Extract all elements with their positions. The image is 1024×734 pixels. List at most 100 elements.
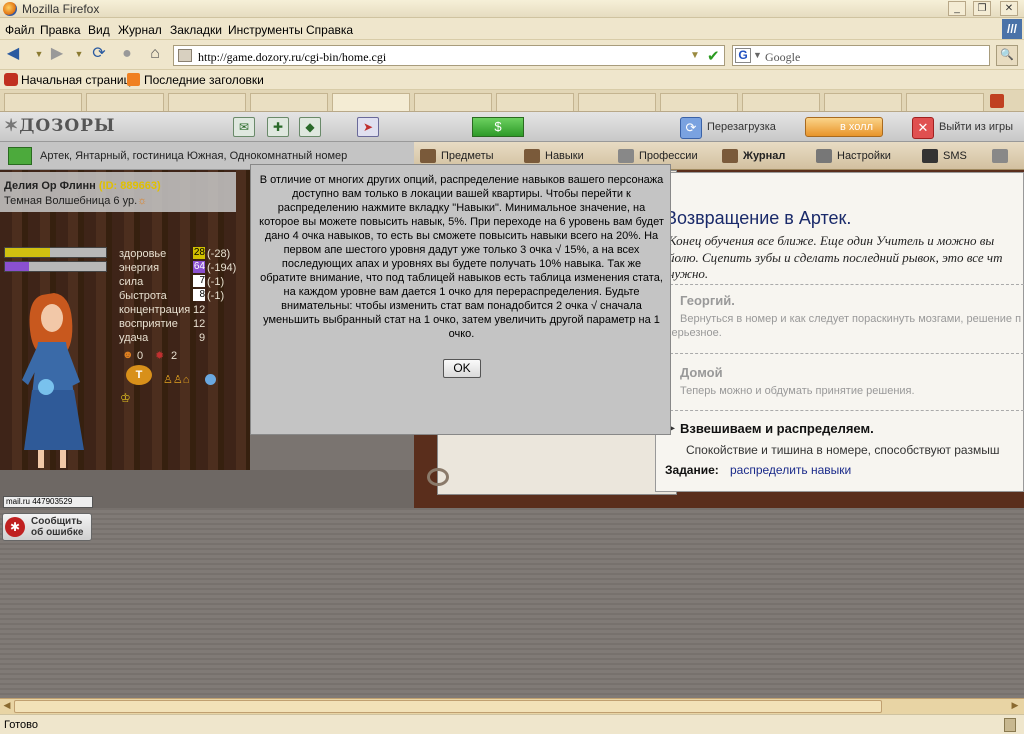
url-dropdown-icon[interactable]: ▼ (690, 50, 700, 61)
browser-tab[interactable] (414, 93, 492, 111)
browser-tab[interactable] (578, 93, 656, 111)
home-icon[interactable]: ⌂ (146, 45, 164, 63)
quest-entry-text: Теперь можно и обдумать принятие решения… (680, 385, 915, 397)
mail-icon[interactable]: ✉ (233, 117, 255, 137)
google-engine-icon[interactable]: G (735, 48, 751, 63)
tab-items[interactable]: Предметы (420, 149, 494, 163)
browser-tab[interactable] (332, 93, 410, 111)
binder-ring (427, 468, 449, 486)
menu-edit[interactable]: Правка (40, 23, 81, 37)
energy-bar (4, 261, 107, 272)
energy-bar-fill (5, 262, 30, 271)
stop-icon[interactable]: ● (118, 45, 136, 63)
divider (665, 410, 1024, 411)
browser-tab[interactable] (168, 93, 246, 111)
health-bar (4, 247, 107, 258)
quest-entry-head: Георгий. (680, 293, 735, 308)
browser-tab[interactable] (906, 93, 984, 111)
forward-dropdown-icon[interactable]: ▼ (70, 45, 88, 63)
menu-file[interactable]: Файл (5, 23, 35, 37)
rss-icon (127, 73, 140, 86)
forward-icon[interactable]: ▶ (48, 45, 66, 63)
hall-button[interactable]: в холл (805, 117, 883, 137)
divider (665, 353, 1024, 354)
bad-karma-count: 2 (171, 350, 178, 362)
divider (665, 284, 1024, 285)
settings-icon (816, 149, 832, 163)
maximize-button[interactable]: ❐ (973, 1, 991, 16)
stat-value: 7 (193, 275, 205, 287)
browser-tab[interactable] (496, 93, 574, 111)
reload-icon[interactable]: ⟳ (90, 45, 108, 63)
browser-tab[interactable] (824, 93, 902, 111)
back-icon[interactable]: ◀ (4, 45, 22, 63)
status-bar: Готово (0, 714, 1024, 734)
character-namebox: Делия Ор Флинн (ID: 889663) Темная Волше… (0, 172, 236, 212)
health-bar-fill (5, 248, 51, 257)
stat-value: 12 (193, 318, 206, 330)
close-button[interactable]: ✕ (1000, 1, 1018, 16)
task-label: Задание: (665, 463, 719, 477)
menu-view[interactable]: Вид (88, 23, 110, 37)
gem-icon[interactable]: ◆ (299, 117, 321, 137)
refresh-icon: ⟳ (680, 117, 702, 139)
horizontal-scrollbar[interactable]: ◀ ▶ (0, 698, 1024, 714)
scroll-right-icon[interactable]: ▶ (1008, 700, 1022, 713)
tab-skills[interactable]: Навыки (524, 149, 584, 163)
coins-icon[interactable]: T (126, 365, 152, 385)
browser-tab[interactable] (660, 93, 738, 111)
scrollbar-thumb[interactable] (14, 700, 882, 713)
bookmark-icon (4, 73, 18, 86)
search-go-button[interactable]: 🔍 (996, 45, 1018, 66)
achievements-icon[interactable]: ♙♙⌂ (163, 373, 189, 386)
browser-tab[interactable] (742, 93, 820, 111)
tab-journal[interactable]: Журнал (722, 149, 785, 163)
character-avatar[interactable] (2, 290, 107, 470)
mail-ru-badge[interactable]: mail.ru 447903529 (3, 496, 93, 508)
window-title: Mozilla Firefox (22, 2, 100, 16)
url-bar[interactable]: http://game.dozory.ru/cgi-bin/home.cgi ▼… (173, 45, 725, 66)
menu-bookmarks[interactable]: Закладки (170, 23, 222, 37)
bug-icon: ✱ (5, 517, 25, 537)
navigation-toolbar: ◀ ▼ ▶ ▼ ⟳ ● ⌂ http://game.dozory.ru/cgi-… (0, 40, 1024, 70)
current-entry-text: Спокойствие и тишина в номере, способств… (686, 443, 1000, 457)
report-bug-button[interactable]: ✱ Сообщить об ошибке (2, 513, 92, 541)
tab-sms[interactable]: SMS (922, 149, 967, 163)
search-input[interactable]: Google (765, 50, 800, 65)
search-bar[interactable]: G ▼ Google (732, 45, 990, 66)
browser-tab[interactable] (250, 93, 328, 111)
clover-icon[interactable]: ✚ (267, 117, 289, 137)
back-dropdown-icon[interactable]: ▼ (30, 45, 48, 63)
menu-help[interactable]: Справка (306, 23, 353, 37)
browser-tab[interactable] (4, 93, 82, 111)
minimize-button[interactable]: _ (948, 1, 966, 16)
money-icon[interactable]: $ (472, 117, 524, 137)
browser-tab[interactable] (86, 93, 164, 111)
menu-history[interactable]: Журнал (118, 23, 162, 37)
title-bar: Mozilla Firefox _ ❐ ✕ (0, 0, 1024, 18)
menu-tools[interactable]: Инструменты (228, 23, 303, 37)
close-tab-icon[interactable] (990, 94, 1004, 108)
person-icon (618, 149, 634, 163)
tab-professions[interactable]: Профессии (618, 149, 698, 163)
favicon-icon (178, 49, 192, 62)
engine-dropdown-icon[interactable]: ▼ (753, 50, 762, 60)
bookmark-home[interactable]: Начальная страница (21, 73, 137, 87)
map-icon[interactable]: ➤ (357, 117, 379, 137)
quest-entry-text: Вернуться в номер и как следует пораскин… (680, 313, 1022, 325)
trophy-icon[interactable]: ♔ (120, 391, 131, 405)
journal-title: Возвращение в Артек. (665, 208, 852, 228)
task-link[interactable]: распределить навыки (730, 463, 851, 477)
info-icon[interactable] (205, 374, 216, 385)
bookmark-latest-headlines[interactable]: Последние заголовки (144, 73, 264, 87)
stat-value: 9 (199, 332, 206, 344)
level-icon: ☼ (137, 195, 148, 207)
go-icon[interactable]: ✔ (707, 47, 720, 65)
url-text[interactable]: http://game.dozory.ru/cgi-bin/home.cgi (198, 50, 386, 65)
scroll-left-icon[interactable]: ◀ (0, 700, 14, 713)
ok-button[interactable]: OK (443, 359, 481, 378)
tab-settings[interactable]: Настройки (816, 149, 891, 163)
tab-more[interactable] (992, 149, 1013, 163)
character-name[interactable]: Делия Ор Флинн (4, 180, 96, 192)
stat-value: 8 (193, 289, 205, 301)
